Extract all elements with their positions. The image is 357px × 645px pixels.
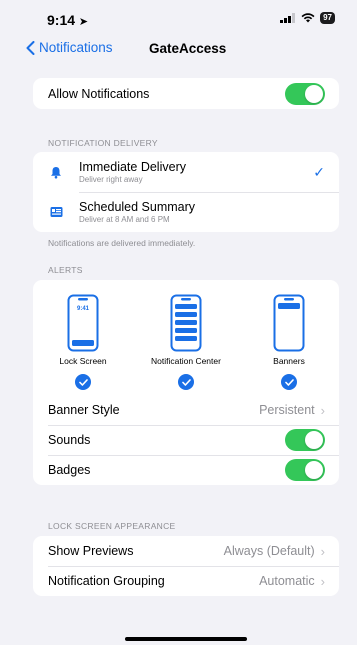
lock-screen-preview-time: 9:41 bbox=[77, 306, 90, 312]
nav-bar: Notifications GateAccess bbox=[0, 36, 357, 64]
show-previews-label: Show Previews bbox=[48, 544, 134, 558]
alert-style-lock-screen[interactable]: 9:41 Lock Screen bbox=[38, 294, 128, 390]
banner-style-row[interactable]: Banner Style Persistent › bbox=[33, 395, 339, 425]
immediate-delivery-option[interactable]: Immediate Delivery Deliver right away ✓ bbox=[33, 152, 339, 192]
summary-icon bbox=[48, 204, 64, 220]
wifi-icon bbox=[301, 13, 315, 23]
chevron-left-icon bbox=[26, 40, 35, 55]
home-indicator[interactable] bbox=[125, 637, 247, 641]
immediate-delivery-title: Immediate Delivery bbox=[79, 160, 186, 174]
lock-screen-phone-icon: 9:41 bbox=[67, 294, 99, 352]
check-icon bbox=[78, 378, 88, 386]
banners-phone-icon bbox=[273, 294, 305, 352]
checkmark-icon: ✓ bbox=[313, 163, 325, 180]
status-time-text: 9:14 bbox=[47, 12, 76, 28]
notification-center-check[interactable] bbox=[178, 374, 194, 390]
location-arrow-icon: ➤ bbox=[78, 16, 89, 28]
badges-label: Badges bbox=[48, 463, 91, 477]
bell-icon bbox=[48, 164, 64, 180]
delivery-card: Immediate Delivery Deliver right away ✓ … bbox=[33, 152, 339, 232]
show-previews-value-wrap: Always (Default) › bbox=[224, 544, 325, 559]
chevron-right-icon: › bbox=[320, 543, 325, 559]
lock-screen-appearance-header: LOCK SCREEN APPEARANCE bbox=[48, 521, 176, 531]
alert-style-banners[interactable]: Banners bbox=[244, 294, 334, 390]
check-icon bbox=[284, 378, 294, 386]
banner-style-value: Persistent bbox=[259, 403, 315, 417]
lock-screen-check[interactable] bbox=[75, 374, 91, 390]
back-label: Notifications bbox=[39, 40, 113, 55]
chevron-right-icon: › bbox=[320, 573, 325, 589]
notification-grouping-value-wrap: Automatic › bbox=[259, 574, 325, 589]
immediate-delivery-subtitle: Deliver right away bbox=[79, 175, 143, 184]
badges-row: Badges bbox=[33, 455, 339, 485]
battery-icon: 97 bbox=[320, 12, 335, 24]
allow-notifications-row: Allow Notifications bbox=[33, 78, 339, 109]
page-title: GateAccess bbox=[149, 41, 227, 56]
scheduled-summary-option[interactable]: Scheduled Summary Deliver at 8 AM and 6 … bbox=[33, 192, 339, 232]
notification-center-phone-icon bbox=[170, 294, 202, 352]
lock-screen-label: Lock Screen bbox=[59, 356, 107, 366]
banner-style-value-wrap: Persistent › bbox=[259, 403, 325, 418]
sounds-toggle[interactable] bbox=[285, 429, 325, 451]
scheduled-summary-text: Scheduled Summary Deliver at 8 AM and 6 … bbox=[79, 200, 325, 224]
back-button[interactable]: Notifications bbox=[26, 40, 113, 55]
sounds-row: Sounds bbox=[33, 425, 339, 455]
show-previews-value: Always (Default) bbox=[223, 544, 315, 558]
status-time: 9:14 ➤ bbox=[47, 12, 88, 28]
immediate-delivery-text: Immediate Delivery Deliver right away bbox=[79, 160, 313, 184]
badges-toggle[interactable] bbox=[285, 459, 325, 481]
alerts-header: ALERTS bbox=[48, 265, 83, 275]
lock-screen-card: Show Previews Always (Default) › Notific… bbox=[33, 536, 339, 596]
banner-style-label: Banner Style bbox=[48, 403, 120, 417]
sounds-label: Sounds bbox=[48, 433, 91, 447]
notification-grouping-row[interactable]: Notification Grouping Automatic › bbox=[33, 566, 339, 596]
status-indicators: 97 bbox=[280, 12, 335, 24]
allow-notifications-toggle[interactable] bbox=[285, 82, 325, 105]
notification-grouping-label: Notification Grouping bbox=[48, 574, 165, 588]
status-bar: 9:14 ➤ 97 bbox=[0, 0, 357, 36]
banners-check[interactable] bbox=[281, 374, 297, 390]
show-previews-row[interactable]: Show Previews Always (Default) › bbox=[33, 536, 339, 566]
alert-styles: 9:41 Lock Screen Notification Center Ban… bbox=[33, 280, 339, 395]
scheduled-summary-title: Scheduled Summary bbox=[79, 200, 196, 214]
delivery-footnote: Notifications are delivered immediately. bbox=[48, 238, 196, 248]
notification-center-label: Notification Center bbox=[151, 356, 221, 366]
notification-grouping-value: Automatic bbox=[259, 574, 315, 588]
signal-icon bbox=[280, 13, 296, 23]
allow-card: Allow Notifications bbox=[33, 78, 339, 109]
banners-label: Banners bbox=[273, 356, 305, 366]
scheduled-summary-subtitle: Deliver at 8 AM and 6 PM bbox=[79, 215, 170, 224]
allow-notifications-label: Allow Notifications bbox=[48, 86, 150, 101]
delivery-header: NOTIFICATION DELIVERY bbox=[48, 138, 158, 148]
chevron-right-icon: › bbox=[320, 402, 325, 418]
alert-style-notification-center[interactable]: Notification Center bbox=[141, 294, 231, 390]
alerts-card: 9:41 Lock Screen Notification Center Ban… bbox=[33, 280, 339, 485]
check-icon bbox=[181, 378, 191, 386]
